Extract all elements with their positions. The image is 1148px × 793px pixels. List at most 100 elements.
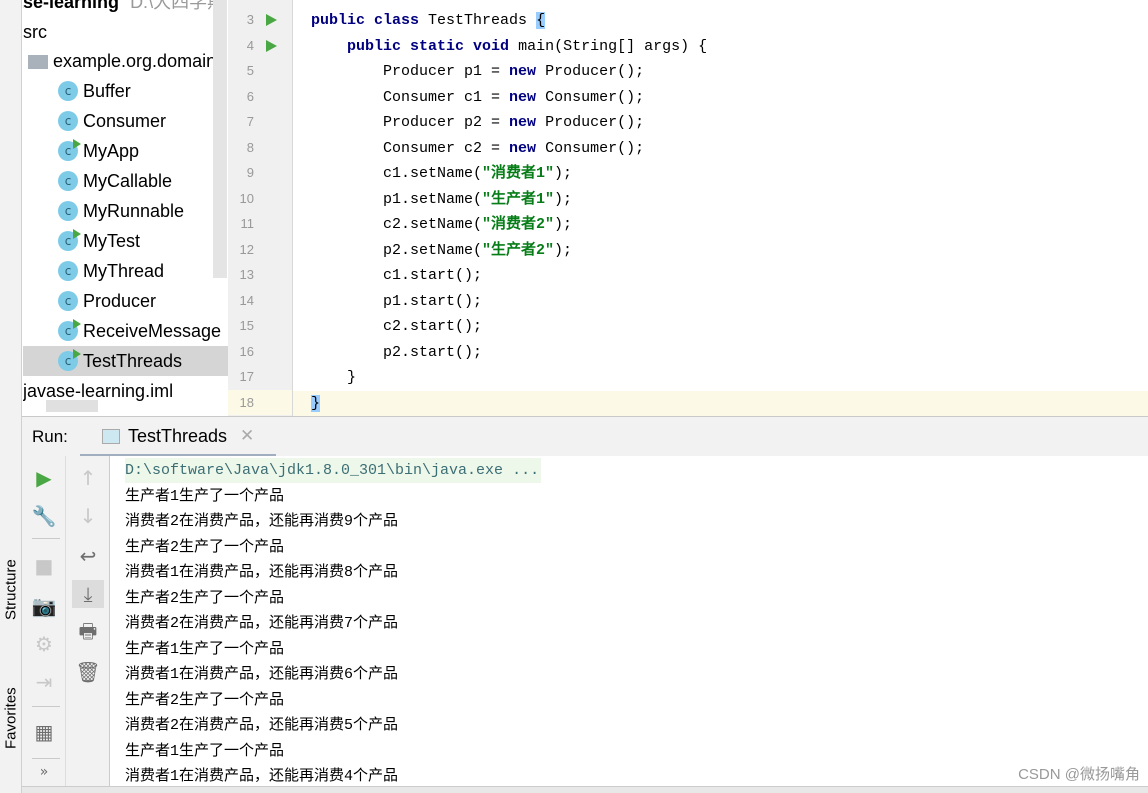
exit-icon[interactable]: ⇥ bbox=[30, 668, 58, 696]
code-line: } bbox=[293, 390, 1148, 416]
close-tab-icon[interactable]: ✕ bbox=[240, 426, 254, 446]
code-token: "消费者2" bbox=[482, 216, 555, 233]
structure-tab[interactable]: Structure bbox=[0, 540, 22, 640]
line-number: 11 bbox=[240, 216, 255, 231]
console-command-line: D:\software\Java\jdk1.8.0_301\bin\java.e… bbox=[125, 458, 542, 483]
tree-class-item[interactable]: c MyRunnable bbox=[23, 196, 228, 226]
tree-class-item[interactable]: c TestThreads bbox=[23, 346, 228, 376]
run-gutter-icon[interactable] bbox=[266, 39, 277, 52]
tree-class-item[interactable]: c MyCallable bbox=[23, 166, 228, 196]
left-tool-strip: Structure Favorites bbox=[0, 0, 22, 793]
trash-icon[interactable]: 🗑 bbox=[74, 658, 102, 686]
console-line: 生产者1生产了一个产品 bbox=[125, 487, 285, 505]
rerun-icon[interactable]: ▶ bbox=[30, 464, 58, 492]
wrench-icon[interactable]: 🔧 bbox=[30, 502, 58, 530]
tree-horizontal-scrollbar[interactable] bbox=[46, 400, 98, 412]
code-line: c1.setName("消费者1"); bbox=[293, 161, 1148, 186]
tree-class-item[interactable]: c MyTest bbox=[23, 226, 228, 256]
code-token: c1.setName( bbox=[311, 165, 483, 182]
stop-icon[interactable]: ■ bbox=[30, 552, 58, 580]
code-token: "生产者2" bbox=[482, 241, 555, 259]
line-number: 7 bbox=[246, 114, 254, 129]
class-icon: c bbox=[58, 261, 78, 281]
code-token: new bbox=[509, 63, 546, 80]
console-line: 生产者2生产了一个产品 bbox=[125, 589, 285, 607]
code-token: p2.start(); bbox=[311, 343, 483, 361]
layout-icon[interactable]: ▦ bbox=[30, 718, 58, 746]
line-number: 14 bbox=[239, 292, 254, 308]
code-token: main(String[] args) { bbox=[518, 37, 708, 55]
tree-scrollbar[interactable] bbox=[213, 0, 227, 278]
code-line: p2.setName("生产者2"); bbox=[293, 238, 1148, 263]
editor-gutter: 3 4 5 6 7 8 9 10 11 12 13 14 15 16 17 18 bbox=[228, 0, 292, 416]
tree-class-item[interactable]: c MyApp bbox=[23, 136, 228, 166]
console-line: 生产者1生产了一个产品 bbox=[125, 640, 285, 658]
tree-class-item[interactable]: c Buffer bbox=[23, 76, 228, 106]
code-token: p2.setName( bbox=[311, 241, 483, 259]
arrow-up-icon[interactable]: ↑ bbox=[74, 464, 102, 492]
tree-package[interactable]: example.org.domain bbox=[23, 46, 228, 76]
print-icon[interactable]: 🖶 bbox=[74, 619, 102, 648]
code-token: void bbox=[473, 37, 519, 55]
line-number: 18 bbox=[239, 394, 254, 410]
code-token: c1.start(); bbox=[311, 267, 483, 284]
code-token: Consumer c2 = bbox=[311, 139, 510, 157]
folder-icon bbox=[28, 55, 48, 69]
run-toolbar-secondary: ↑ ↓ ↩ ⤓ 🖶 🗑 bbox=[66, 456, 110, 786]
code-editor[interactable]: public class TestThreads { public static… bbox=[292, 0, 1148, 416]
run-label: Run: bbox=[32, 427, 68, 446]
class-icon: c bbox=[58, 81, 78, 101]
console-line: 生产者2生产了一个产品 bbox=[125, 691, 285, 709]
horizontal-scrollbar[interactable] bbox=[22, 786, 1148, 793]
tree-class-item[interactable]: c ReceiveMessage bbox=[23, 316, 228, 346]
code-token: Consumer(); bbox=[545, 88, 645, 106]
code-token: "生产者1" bbox=[482, 190, 555, 208]
line-number: 13 bbox=[239, 267, 254, 282]
project-root[interactable]: ase-learning D:\大四学期 bbox=[23, 0, 228, 17]
code-line: } bbox=[293, 365, 1148, 390]
console-icon bbox=[102, 429, 120, 444]
debug-settings-icon[interactable]: ⚙ bbox=[30, 630, 58, 658]
code-line: public static void main(String[] args) { bbox=[293, 34, 1148, 59]
runnable-icon bbox=[73, 319, 81, 329]
line-number: 3 bbox=[246, 12, 254, 27]
code-token: ); bbox=[554, 165, 573, 182]
code-token: ); bbox=[554, 216, 573, 233]
code-line: c2.start(); bbox=[293, 314, 1148, 339]
line-number: 8 bbox=[246, 139, 254, 155]
line-number: 10 bbox=[239, 190, 254, 206]
more-icon[interactable]: » bbox=[30, 758, 58, 786]
scroll-to-end-icon[interactable]: ⤓ bbox=[72, 580, 104, 608]
line-number: 9 bbox=[246, 165, 254, 180]
tree-src[interactable]: src bbox=[23, 17, 228, 47]
code-token: Producer(); bbox=[545, 63, 645, 80]
console-line: 消费者2在消费产品，还能再消费9个产品 bbox=[125, 513, 399, 530]
code-line: c1.start(); bbox=[293, 263, 1148, 288]
code-token: Producer(); bbox=[545, 114, 645, 131]
line-number: 15 bbox=[239, 318, 254, 333]
soft-wrap-icon[interactable]: ↩ bbox=[74, 542, 102, 570]
line-number: 16 bbox=[239, 343, 254, 359]
tree-class-item[interactable]: c Consumer bbox=[23, 106, 228, 136]
line-number: 5 bbox=[246, 63, 254, 78]
code-token: p1.start(); bbox=[311, 292, 483, 310]
class-icon: c bbox=[58, 201, 78, 221]
tree-class-item[interactable]: c Producer bbox=[23, 286, 228, 316]
code-line: Consumer c2 = new Consumer(); bbox=[293, 136, 1148, 161]
favorites-tab[interactable]: Favorites bbox=[0, 668, 22, 768]
run-gutter-icon[interactable] bbox=[266, 14, 277, 26]
code-token: ); bbox=[554, 190, 573, 208]
arrow-down-icon[interactable]: ↓ bbox=[74, 502, 102, 530]
console-output[interactable]: D:\software\Java\jdk1.8.0_301\bin\java.e… bbox=[110, 456, 1148, 786]
camera-icon[interactable]: 📷 bbox=[30, 592, 58, 620]
line-number: 6 bbox=[246, 88, 254, 104]
run-tab-testthreads[interactable]: TestThreads ✕ bbox=[80, 417, 276, 457]
code-token: public bbox=[311, 37, 411, 55]
runnable-icon bbox=[73, 229, 81, 239]
run-panel-header: Run: TestThreads ✕ bbox=[22, 416, 1148, 457]
code-token: } bbox=[311, 369, 357, 386]
runnable-icon bbox=[73, 139, 81, 149]
code-token: Consumer(); bbox=[545, 139, 645, 157]
code-line: p1.start(); bbox=[293, 289, 1148, 314]
tree-class-item[interactable]: c MyThread bbox=[23, 256, 228, 286]
